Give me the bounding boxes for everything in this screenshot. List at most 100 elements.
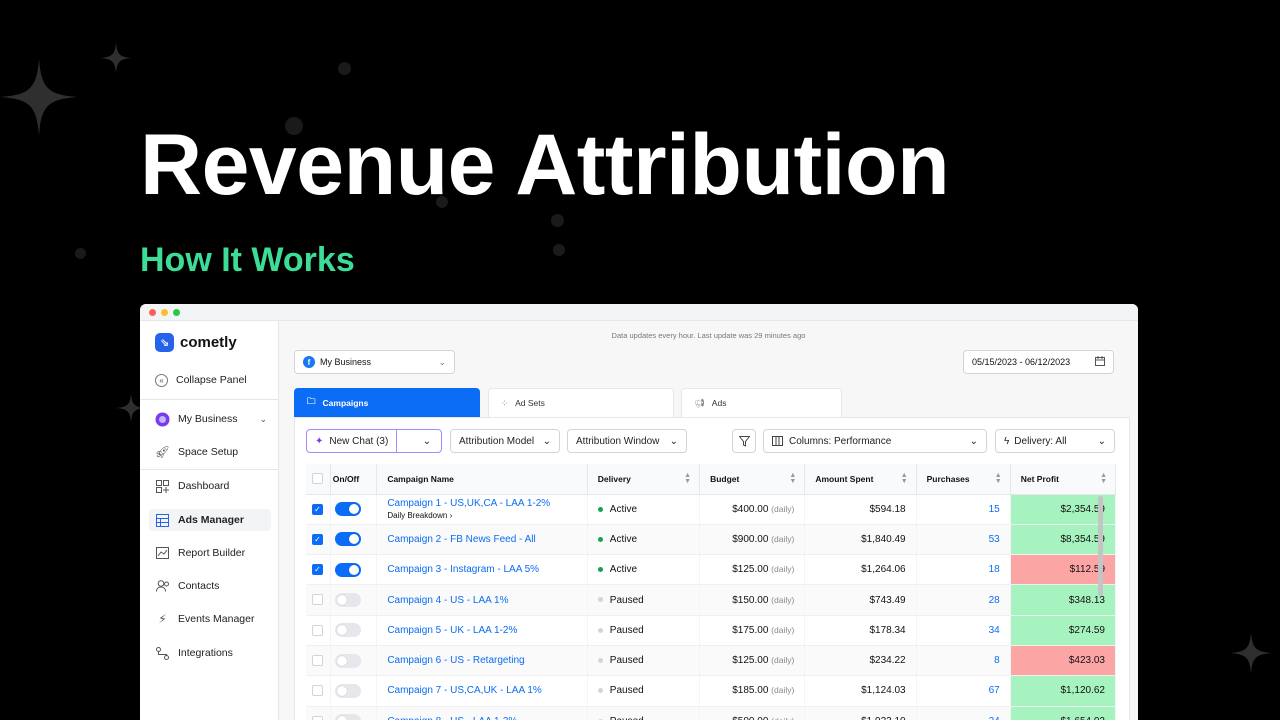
row-checkbox[interactable] [312, 655, 323, 667]
column-header[interactable]: Amount Spent ▲ ▼ [804, 464, 917, 495]
campaign-link[interactable]: Campaign 6 - US - Retargeting [387, 655, 576, 666]
new-chat-main[interactable]: ✦ New Chat (3) [307, 430, 398, 452]
sidebar-item-space-setup[interactable]: 🚀︎ Space Setup [155, 441, 238, 463]
sidebar-item-events-manager[interactable]: ⚡︎ Events Manager [155, 608, 254, 630]
row-checkbox[interactable] [312, 594, 323, 606]
sidebar-item-integrations[interactable]: Integrations [155, 642, 233, 664]
minimize-window-button[interactable] [161, 308, 168, 316]
column-header[interactable]: Purchases ▲ ▼ [916, 464, 1011, 495]
close-window-button[interactable] [149, 308, 156, 316]
sidebar-item-report-builder[interactable]: Report Builder [155, 542, 245, 564]
campaign-link[interactable]: Campaign 1 - US,UK,CA - LAA 1-2% [387, 498, 576, 509]
campaign-toggle[interactable] [334, 623, 361, 638]
tab-ad-sets[interactable]: ⁘ Ad Sets [488, 388, 674, 417]
sidebar-item-label: Contacts [178, 580, 220, 592]
chevron-down-icon: ⌄ [669, 435, 678, 447]
logo[interactable]: ⇘ cometly [155, 333, 237, 352]
tab-ads[interactable]: 📢︎ Ads [681, 388, 842, 417]
chevron-down-icon: ⌄ [969, 435, 978, 447]
table-scrollbar[interactable] [1098, 496, 1103, 596]
campaign-toggle[interactable] [334, 562, 361, 577]
column-header-label: Campaign Name [387, 473, 454, 484]
maximize-window-button[interactable] [173, 308, 180, 316]
campaign-link[interactable]: Campaign 7 - US,CA,UK - LAA 1% [387, 685, 576, 696]
table-row[interactable]: Campaign 7 - US,CA,UK - LAA 1% Paused $185… [306, 675, 1117, 707]
column-header[interactable]: Delivery ▲ ▼ [587, 464, 701, 495]
chevron-down-icon: ⌄ [1097, 435, 1106, 447]
sidebar-divider [140, 399, 278, 400]
table-row[interactable]: Campaign 4 - US - LAA 1% Paused $150.00 (d… [306, 584, 1117, 616]
campaign-link[interactable]: Campaign 4 - US - LAA 1% [387, 595, 576, 606]
row-checkbox[interactable]: ✓ [312, 503, 323, 515]
table-row[interactable]: Campaign 8 - US - LAA 1-3%Paused$500.00 … [306, 706, 1117, 720]
campaign-toggle[interactable] [334, 683, 361, 698]
campaign-toggle[interactable] [334, 502, 361, 517]
sort-icon[interactable]: ▲ ▼ [789, 472, 796, 485]
date-range-value: 05/15/2023 - 06/12/2023 [972, 357, 1071, 367]
row-checkbox[interactable] [312, 715, 323, 720]
table-row[interactable]: ✓ Campaign 1 - US,UK,CA - LAA 1-2% Daily B… [306, 494, 1117, 525]
column-header[interactable]: Campaign Name [376, 464, 588, 495]
table-row[interactable]: ✓ Campaign 3 - Instagram - LAA 5% Active $1… [306, 554, 1117, 586]
daily-breakdown-link[interactable]: Daily Breakdown › [387, 511, 576, 520]
collapse-panel-button[interactable]: « Collapse Panel [155, 369, 247, 391]
business-select[interactable]: f My Business ⌄ [294, 350, 455, 374]
select-all-checkbox[interactable] [312, 473, 323, 485]
campaign-link[interactable]: Campaign 5 - UK - LAA 1-2% [387, 625, 576, 636]
sort-icon[interactable]: ▲ ▼ [995, 472, 1002, 485]
row-checkbox[interactable] [312, 685, 323, 697]
row-checkbox[interactable]: ✓ [312, 533, 323, 545]
sort-icon[interactable]: ▲ ▼ [1100, 472, 1107, 485]
purchases-link[interactable]: 18 [916, 554, 1011, 586]
budget-value: $175.00 [732, 624, 769, 636]
sidebar-item-label: Events Manager [178, 613, 255, 625]
campaign-toggle[interactable] [334, 593, 361, 608]
sidebar-item-my-business[interactable]: My Business ⌄ [155, 408, 267, 430]
new-chat-button[interactable]: ✦ New Chat (3) ⌄ [306, 429, 442, 453]
sort-icon[interactable]: ▲ ▼ [901, 472, 908, 485]
purchases-link[interactable]: 34 [916, 615, 1011, 646]
tab-campaigns[interactable]: 🗀︎ Campaigns [294, 388, 480, 417]
filter-button[interactable] [732, 429, 756, 453]
sidebar-item-dashboard[interactable]: Dashboard [155, 475, 229, 497]
date-range-picker[interactable]: 05/15/2023 - 06/12/2023 [963, 350, 1114, 374]
column-header[interactable]: Budget ▲ ▼ [699, 464, 806, 495]
purchases-link[interactable]: 8 [916, 645, 1011, 677]
columns-select[interactable]: Columns: Performance ⌄ [763, 429, 987, 453]
chevron-down-icon[interactable]: ⌄ [413, 430, 441, 452]
attribution-window-select[interactable]: Attribution Window ⌄ [567, 429, 687, 453]
purchases-link[interactable]: 28 [916, 584, 1011, 616]
delivery-status: Paused [609, 655, 644, 667]
delivery-select[interactable]: ϟ Delivery: All ⌄ [995, 429, 1115, 453]
column-header: On/Off [330, 464, 378, 495]
sort-icon[interactable]: ▲ ▼ [684, 472, 691, 485]
purchases-link[interactable]: 67 [916, 675, 1011, 707]
column-header[interactable]: Net Profit ▲ ▼ [1010, 464, 1117, 495]
campaign-toggle[interactable] [334, 714, 361, 720]
campaign-link[interactable]: Campaign 2 - FB News Feed - All [387, 534, 576, 545]
row-checkbox[interactable] [312, 624, 323, 636]
cometly-logo-icon: ⇘ [155, 333, 174, 352]
campaign-toggle[interactable] [334, 653, 361, 668]
delivery-status: Active [609, 503, 638, 515]
status-dot [597, 597, 603, 603]
campaign-link[interactable]: Campaign 8 - US - LAA 1-3% [387, 716, 576, 720]
row-checkbox[interactable]: ✓ [312, 564, 323, 576]
collapse-label: Collapse Panel [176, 374, 247, 386]
sparkle-icon [100, 42, 132, 74]
campaign-link[interactable]: Campaign 3 - Instagram - LAA 5% [387, 564, 576, 575]
sidebar-item-ads-manager[interactable]: Ads Manager [149, 509, 271, 531]
table-row[interactable]: Campaign 6 - US - Retargeting Paused $125.… [306, 645, 1117, 677]
purchases-link[interactable]: 24 [916, 706, 1011, 720]
budget-period: (daily) [771, 564, 795, 575]
purchases-link[interactable]: 53 [916, 524, 1011, 556]
integrations-icon [155, 646, 170, 661]
table-row[interactable]: Campaign 5 - UK - LAA 1-2% Paused $175.00 … [306, 615, 1117, 646]
column-header-label: Budget [710, 473, 740, 484]
attribution-model-select[interactable]: Attribution Model ⌄ [450, 429, 560, 453]
sidebar-item-contacts[interactable]: Contacts [155, 575, 219, 597]
chart-icon [155, 546, 170, 561]
campaign-toggle[interactable] [334, 532, 361, 547]
table-row[interactable]: ✓ Campaign 2 - FB News Feed - All Active $9… [306, 524, 1117, 556]
purchases-link[interactable]: 15 [916, 494, 1011, 525]
